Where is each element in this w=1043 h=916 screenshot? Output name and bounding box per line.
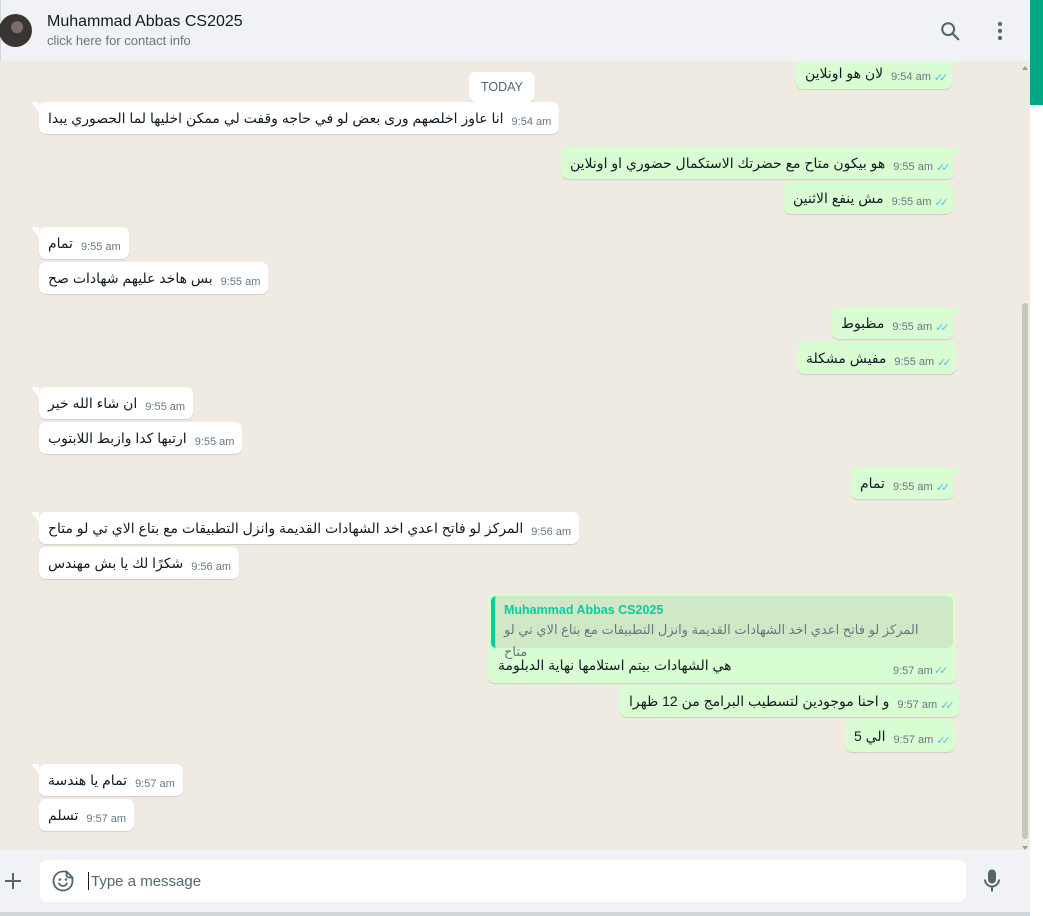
- message-bubble-outgoing[interactable]: الي 5 9:57 am ✓✓: [845, 720, 955, 752]
- message-text: مظبوط: [841, 314, 885, 331]
- message-text: شكرًا لك يا بش مهندس: [48, 554, 184, 571]
- message-time: 9:57 am: [897, 699, 938, 711]
- message-time: 9:54 am: [511, 116, 552, 128]
- read-ticks-icon: ✓✓: [935, 161, 951, 174]
- quoted-message[interactable]: Muhammad Abbas CS2025 المركز لو فاتح اعد…: [491, 596, 953, 659]
- contact-info[interactable]: Muhammad Abbas CS2025 click here for con…: [47, 11, 930, 50]
- message-bubble-incoming[interactable]: ان شاء الله خير 9:55 am: [30, 387, 194, 419]
- message-text: لان هو اونلاين: [805, 64, 884, 81]
- message-text: تسلم: [48, 806, 79, 823]
- mic-icon[interactable]: [982, 868, 1004, 894]
- message-time: 9:56 am: [191, 561, 231, 573]
- read-ticks-icon: ✓✓: [935, 321, 950, 334]
- message-input[interactable]: [88, 872, 948, 890]
- message-bubble-incoming[interactable]: شكرًا لك يا بش مهندس 9:56 am: [39, 547, 239, 579]
- message-text: الي 5: [854, 727, 886, 744]
- message-text: مش ينفع الاثنين: [793, 189, 884, 206]
- message-text: بس هاخد عليهم شهادات صح: [48, 269, 213, 286]
- message-bubble-outgoing[interactable]: مش ينفع الاثنين 9:55 am ✓✓: [784, 182, 953, 214]
- message-bubble-outgoing[interactable]: هو بيكون متاح مع حضرتك الاستكمال حضوري ا…: [561, 147, 963, 179]
- message-text: تمام يا هندسة: [48, 771, 128, 788]
- message-bubble-outgoing[interactable]: مظبوط 9:55 am ✓✓: [832, 307, 962, 339]
- message-time: 9:55 am: [891, 196, 932, 208]
- read-ticks-icon: ✓✓: [940, 699, 955, 712]
- message-text: هي الشهادات بيتم استلامها نهاية الدبلومة: [498, 657, 732, 673]
- message-time: 9:57 am: [86, 813, 127, 825]
- message-text: و احنا موجودين لتسطيب البرامج من 12 ظهرا: [629, 692, 890, 709]
- quoted-author: Muhammad Abbas CS2025: [504, 603, 664, 617]
- message-text: مفيش مشكلة: [806, 349, 887, 366]
- message-bubble-incoming[interactable]: تمام يا هندسة 9:57 am: [31, 764, 183, 796]
- contact-name: Muhammad Abbas CS2025: [47, 13, 243, 30]
- message-time: 9:55 am: [80, 241, 121, 253]
- message-text: المركز لو فاتح اعدي اخد الشهادات القديمة…: [48, 519, 524, 536]
- read-ticks-icon: ✓✓: [937, 356, 952, 369]
- read-ticks-icon: ✓✓: [933, 71, 949, 84]
- search-icon[interactable]: [930, 11, 970, 51]
- emoji-icon[interactable]: [51, 869, 77, 893]
- message-time: 9:57 am: [135, 778, 175, 790]
- message-bubble-incoming[interactable]: انا عاوز اخلصهم ورى بعض لو في حاجه وقفت …: [30, 102, 560, 134]
- message-time: 9:55 am: [194, 436, 235, 448]
- message-bubble-incoming[interactable]: تسلم 9:57 am: [39, 799, 135, 831]
- message-text: تمام: [48, 234, 73, 251]
- message-list[interactable]: TODAY لان هو اونلاين 9:54 am ✓✓ انا عاوز…: [0, 61, 1030, 850]
- message-text: هو بيكون متاح مع حضرتك الاستكمال حضوري ا…: [570, 154, 886, 171]
- message-bubble-incoming[interactable]: المركز لو فاتح اعدي اخد الشهادات القديمة…: [30, 512, 580, 544]
- message-bubble-incoming[interactable]: تمام 9:55 am: [31, 227, 129, 259]
- message-bubble-outgoing[interactable]: و احنا موجودين لتسطيب البرامج من 12 ظهرا…: [620, 685, 959, 717]
- plus-icon[interactable]: [0, 866, 26, 896]
- reply-message-bubble[interactable]: Muhammad Abbas CS2025 المركز لو فاتح اعد…: [488, 593, 956, 683]
- message-time: 9:57 am: [893, 665, 933, 677]
- message-bubble-outgoing[interactable]: مفيش مشكلة 9:55 am ✓✓: [797, 342, 956, 374]
- message-time: 9:55 am: [892, 481, 933, 493]
- bottom-border: [0, 912, 1030, 916]
- message-time: 9:55 am: [892, 321, 933, 333]
- message-text: ان شاء الله خير: [48, 394, 138, 411]
- message-bubble-outgoing[interactable]: تمام 9:55 am ✓✓: [851, 467, 963, 499]
- message-time: 9:55 am: [145, 401, 186, 413]
- message-bubble-incoming[interactable]: بس هاخد عليهم شهادات صح 9:55 am: [39, 262, 269, 294]
- window-edge: [1030, 0, 1043, 916]
- read-ticks-icon: ✓✓: [934, 196, 949, 209]
- message-text: تمام: [860, 474, 885, 491]
- scroll-up-arrow-icon[interactable]: [1022, 66, 1028, 70]
- message-time: 9:54 am: [891, 71, 931, 83]
- compose-bar: [0, 850, 1030, 912]
- avatar[interactable]: [0, 14, 32, 47]
- message-bubble-incoming[interactable]: ارتبها كدا وازبط اللابتوب 9:55 am: [39, 422, 243, 454]
- message-bubble-outgoing[interactable]: لان هو اونلاين 9:54 am ✓✓: [796, 61, 961, 89]
- message-time: 9:55 am: [893, 161, 933, 173]
- kebab-menu-icon[interactable]: [980, 11, 1020, 51]
- day-separator: TODAY: [469, 72, 535, 102]
- read-ticks-icon: ✓✓: [936, 734, 951, 747]
- message-time: 9:55 am: [220, 276, 261, 288]
- message-time: 9:56 am: [531, 526, 572, 538]
- contact-info-hint: click here for contact info: [47, 33, 191, 48]
- message-input-box[interactable]: [40, 860, 966, 902]
- chat-header[interactable]: Muhammad Abbas CS2025 click here for con…: [0, 0, 1030, 61]
- message-text: انا عاوز اخلصهم ورى بعض لو في حاجه وقفت …: [48, 109, 504, 126]
- message-text: ارتبها كدا وازبط اللابتوب: [48, 429, 187, 446]
- scroll-thumb[interactable]: [1022, 303, 1028, 839]
- read-ticks-icon: ✓✓: [934, 665, 949, 677]
- chat-scrollbar[interactable]: [1022, 66, 1028, 850]
- message-time: 9:55 am: [894, 356, 935, 368]
- window-accent: [1030, 0, 1043, 105]
- read-ticks-icon: ✓✓: [935, 481, 951, 494]
- message-time: 9:57 am: [893, 734, 934, 746]
